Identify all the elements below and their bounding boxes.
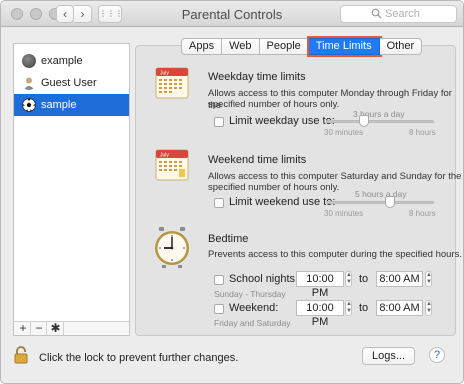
user-name: Guest User	[41, 77, 97, 89]
back-button[interactable]: ‹	[56, 5, 74, 23]
weekday-max-label: 8 hours	[409, 128, 436, 137]
weekend-description-line2: specified number of hours only.	[208, 182, 340, 193]
weekend-bedtime-start-time[interactable]: 10:00 PM	[296, 300, 344, 328]
weekend-bedtime-checkbox[interactable]	[214, 304, 224, 314]
school-nights-end-time[interactable]: 8:00 AM	[376, 271, 423, 287]
close-window-button[interactable]	[11, 8, 23, 20]
weekend-limit-checkbox[interactable]	[214, 198, 224, 208]
weekday-title: Weekday time limits	[208, 71, 306, 83]
user-name: sample	[41, 99, 77, 111]
weekday-description-line2: specified number of hours only.	[208, 99, 340, 110]
weekend-bedtime-label: Weekend:	[229, 302, 279, 314]
show-all-button[interactable]: ⋮⋮⋮	[98, 5, 123, 23]
search-input[interactable]	[385, 7, 453, 21]
tab-time-limits[interactable]: Time Limits	[308, 38, 380, 55]
school-nights-label: School nights:	[229, 273, 299, 285]
minus-icon: −	[35, 321, 43, 335]
soccer-ball-icon	[22, 98, 36, 112]
chevron-right-icon: ›	[80, 7, 85, 21]
weekend-bedtime-sublabel: Friday and Saturday	[214, 318, 291, 328]
tab-bar: Apps Web People Time Limits Other	[181, 38, 423, 56]
weekend-bedtime-end-time[interactable]: 8:00 AM	[376, 300, 423, 316]
logs-button[interactable]: Logs...	[362, 347, 415, 365]
lock-icon[interactable]	[14, 346, 28, 364]
school-nights-to-label: to	[359, 273, 369, 285]
search-field[interactable]	[340, 5, 457, 23]
weekend-bedtime-end-stepper[interactable]: ▲ ▼	[425, 300, 432, 316]
weekend-max-label: 8 hours	[409, 209, 436, 218]
weekday-limit-checkbox[interactable]	[214, 117, 224, 127]
help-button[interactable]: ?	[429, 347, 445, 363]
gray-user-icon	[22, 54, 36, 68]
bedtime-title: Bedtime	[208, 233, 249, 245]
tab-people[interactable]: People	[259, 38, 309, 55]
school-nights-checkbox[interactable]	[214, 275, 224, 285]
school-nights-start-time[interactable]: 10:00 PM	[296, 271, 344, 299]
weekend-title: Weekend time limits	[208, 154, 307, 166]
remove-user-button[interactable]: −	[32, 322, 47, 335]
weekend-bedtime-start-stepper[interactable]: ▲ ▼	[345, 300, 352, 316]
search-icon	[371, 8, 382, 19]
gear-icon: ✱	[50, 321, 61, 335]
weekend-value-label: 5 hours a day	[355, 189, 407, 199]
weekend-limit-label: Limit weekend use to:	[229, 196, 336, 208]
school-nights-start-stepper[interactable]: ▲ ▼	[345, 271, 352, 287]
tab-web[interactable]: Web	[222, 38, 260, 55]
user-item-sample[interactable]: sample	[14, 94, 129, 116]
user-list-toolbar: + − ✱	[13, 321, 130, 336]
weekend-calendar-icon: July	[155, 149, 189, 181]
weekday-min-label: 30 minutes	[324, 128, 364, 137]
school-nights-sublabel: Sunday - Thursday	[214, 289, 286, 299]
user-item-guest[interactable]: Guest User	[14, 72, 129, 94]
tab-apps[interactable]: Apps	[181, 38, 223, 55]
weekend-bedtime-to-label: to	[359, 302, 369, 314]
lock-message: Click the lock to prevent further change…	[39, 352, 239, 364]
weekend-slider-track[interactable]	[326, 201, 434, 204]
svg-text:July: July	[160, 153, 169, 159]
grid-icon: ⋮⋮⋮	[99, 9, 123, 18]
user-item-example[interactable]: example	[14, 50, 129, 72]
tab-other[interactable]: Other	[379, 38, 423, 55]
bedtime-description: Prevents access to this computer during …	[208, 249, 462, 260]
weekend-slider-knob[interactable]	[384, 196, 395, 208]
svg-text:July: July	[160, 71, 169, 77]
weekday-slider-track[interactable]	[326, 120, 434, 123]
parental-controls-window: ‹ › ⋮⋮⋮ Parental Controls example	[0, 0, 464, 384]
weekday-calendar-icon: July	[155, 67, 189, 99]
bedtime-clock-icon	[155, 227, 189, 268]
school-nights-end-stepper[interactable]: ▲ ▼	[425, 271, 432, 287]
plus-icon: +	[19, 321, 27, 335]
weekend-min-label: 30 minutes	[324, 209, 364, 218]
action-menu-button[interactable]: ✱	[48, 322, 64, 335]
chevron-left-icon: ‹	[63, 7, 67, 21]
guest-user-icon	[23, 77, 35, 90]
weekday-limit-label: Limit weekday use to:	[229, 115, 335, 127]
user-list: example Guest User sample	[13, 43, 130, 336]
forward-button[interactable]: ›	[74, 5, 92, 23]
user-name: example	[41, 55, 83, 67]
title-bar: ‹ › ⋮⋮⋮ Parental Controls	[1, 1, 463, 27]
add-user-button[interactable]: +	[16, 322, 31, 335]
weekday-slider-knob[interactable]	[358, 115, 369, 127]
minimize-window-button[interactable]	[30, 8, 42, 20]
